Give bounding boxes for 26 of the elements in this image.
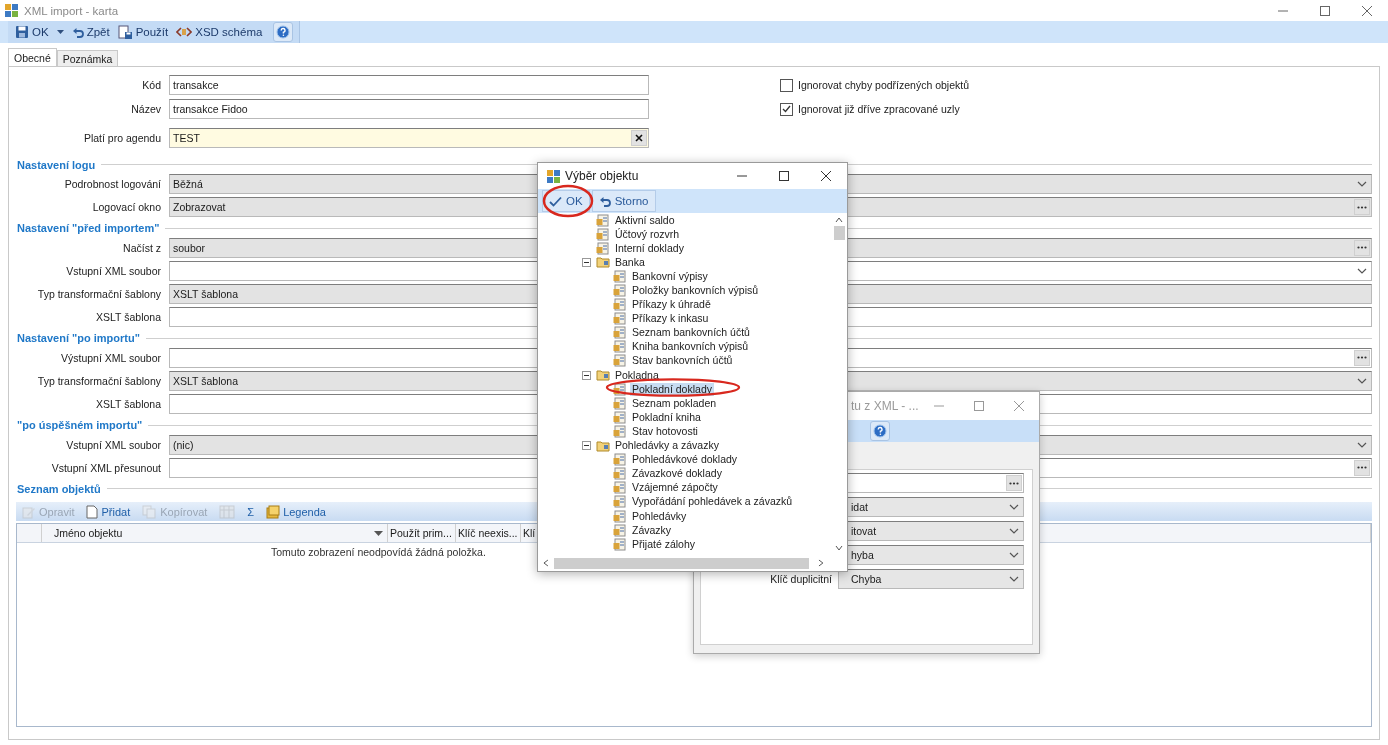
empty-message: Tomuto zobrazení neodpovídá žádná položka. [271, 546, 486, 559]
section-title: "po úspěšném importu" [17, 419, 143, 432]
field-label: Logovací okno [91, 201, 162, 214]
field-label: Vstupní XML přesunout [50, 461, 162, 474]
field-label: XSLT šablona [95, 398, 162, 411]
dialog-title: tu z XML - ... [851, 399, 919, 413]
field-label: Vstupní XML soubor [65, 264, 162, 277]
field-label: Platí pro agendu [82, 132, 162, 144]
field-label: Klíč duplicitní [769, 573, 833, 585]
field-label: Výstupní XML soubor [60, 351, 162, 364]
section-title: Nastavení "po importu" [17, 332, 140, 345]
field-label: XSLT šablona [95, 311, 162, 324]
window-title: XML import - karta [24, 4, 120, 17]
field-label: Kód [141, 79, 162, 91]
field-label: Název [130, 103, 162, 115]
field-label: Typ transformační šablony [36, 375, 162, 388]
section-title: Nastavení "před importem" [17, 222, 160, 235]
field-label: Vstupní XML soubor [65, 438, 162, 451]
field-label: Typ transformační šablony [36, 288, 162, 301]
checkbox-label: Ignorovat již dříve zpracované uzly [798, 103, 960, 115]
section-title: Nastavení logu [17, 158, 96, 171]
section-title: Seznam objektů [17, 482, 101, 495]
field-label: Načíst z [122, 241, 162, 254]
dialog-title: Výběr objektu [565, 169, 640, 183]
checkbox-label: Ignorovat chyby podřízených objektů [798, 79, 970, 91]
field-label: Podrobnost logování [63, 178, 162, 190]
